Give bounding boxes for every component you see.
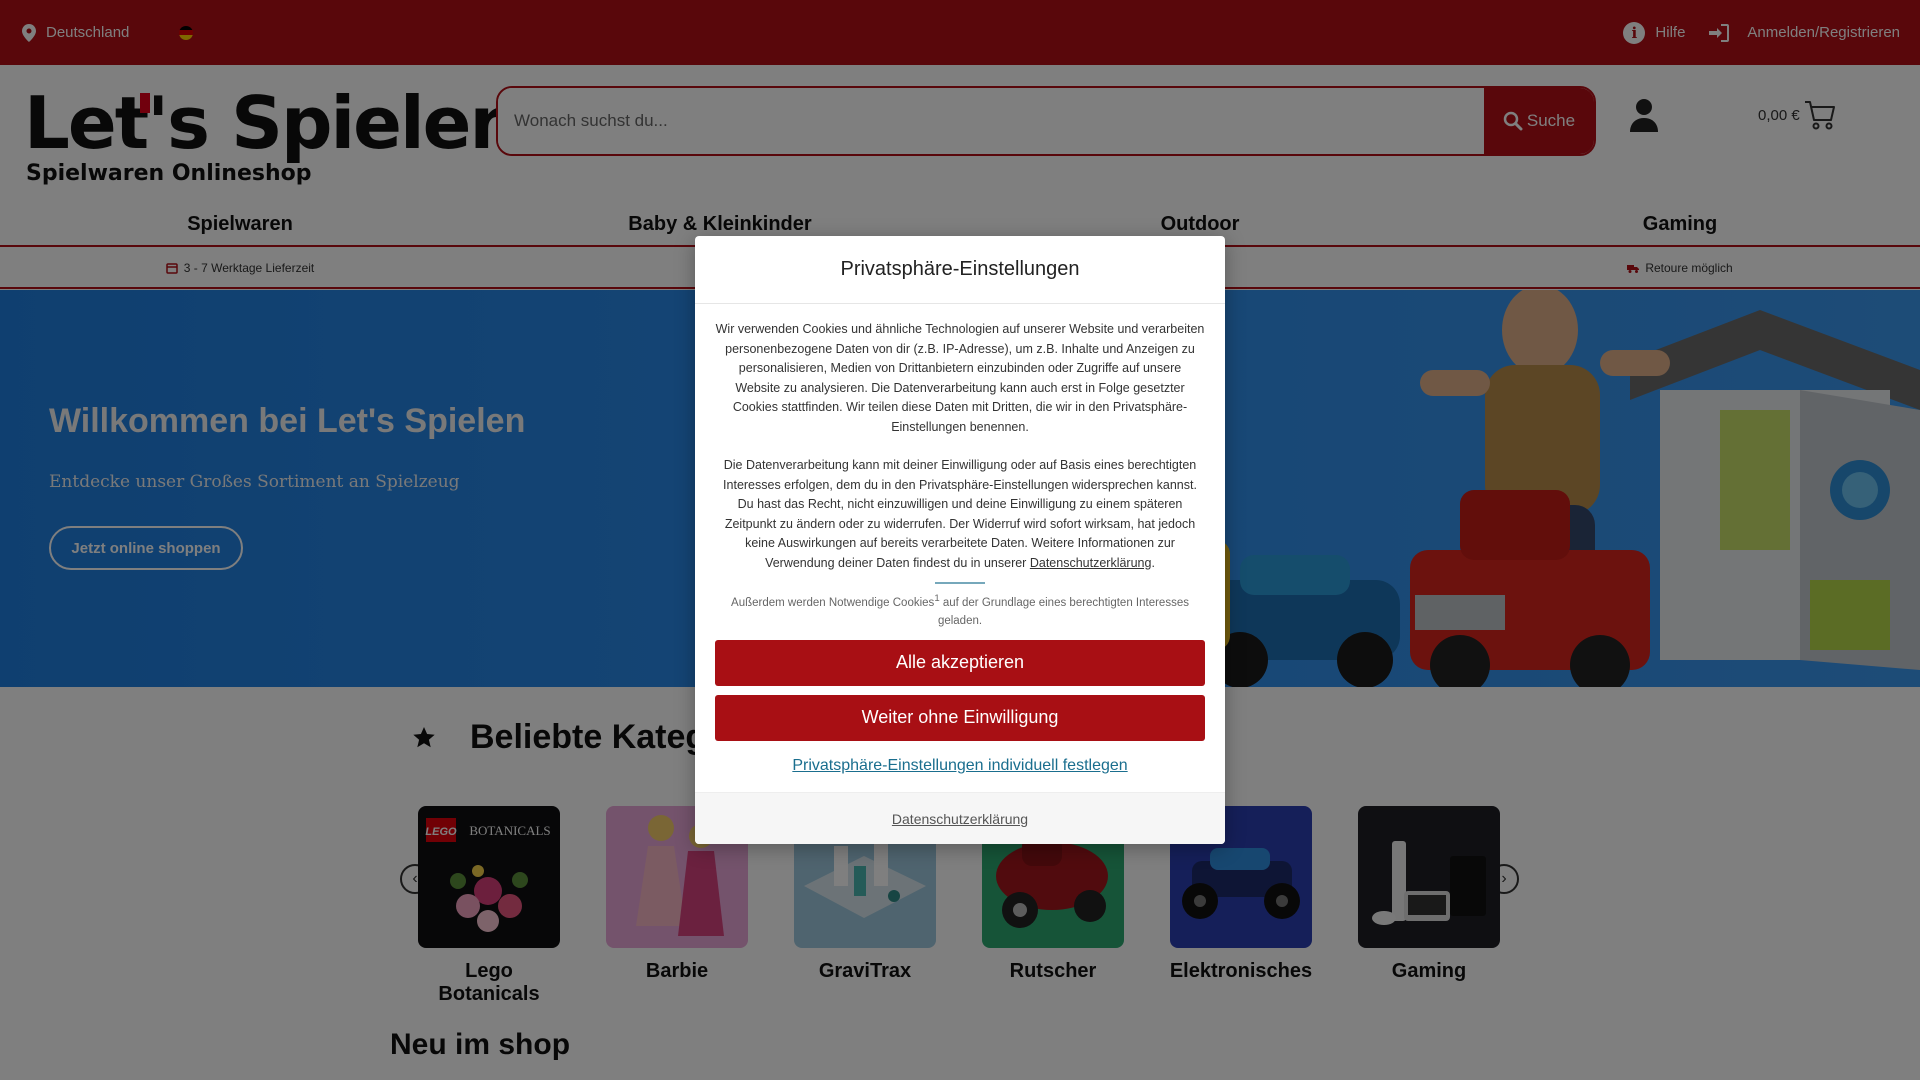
dialog-body: Wir verwenden Cookies und ähnliche Techn… (695, 304, 1225, 630)
privacy-settings-dialog: Privatsphäre-Einstellungen Wir verwenden… (695, 236, 1225, 844)
dialog-paragraph-2: Die Datenverarbeitung kann mit deiner Ei… (723, 458, 1197, 570)
dialog-divider (935, 582, 985, 584)
privacy-policy-footer-link[interactable]: Datenschutzerklärung (695, 792, 1225, 844)
necessary-cookies-note: Außerdem werden Notwendige Cookies1 auf … (715, 590, 1205, 630)
continue-without-consent-button[interactable]: Weiter ohne Einwilligung (715, 694, 1205, 741)
note-text-start: Außerdem werden Notwendige Cookies (731, 596, 935, 609)
individual-settings-link[interactable]: Privatsphäre-Einstellungen individuell f… (695, 757, 1225, 775)
dialog-paragraph-1: Wir verwenden Cookies und ähnliche Techn… (715, 322, 1205, 434)
privacy-policy-inline-link[interactable]: Datenschutzerklärung (1030, 556, 1152, 570)
dialog-title: Privatsphäre-Einstellungen (695, 236, 1225, 304)
note-text-end: auf der Grundlage eines berechtigten Int… (937, 596, 1189, 627)
accept-all-button[interactable]: Alle akzeptieren (715, 639, 1205, 686)
dialog-paragraph-2-text: Die Datenverarbeitung kann mit deiner Ei… (723, 458, 1197, 570)
